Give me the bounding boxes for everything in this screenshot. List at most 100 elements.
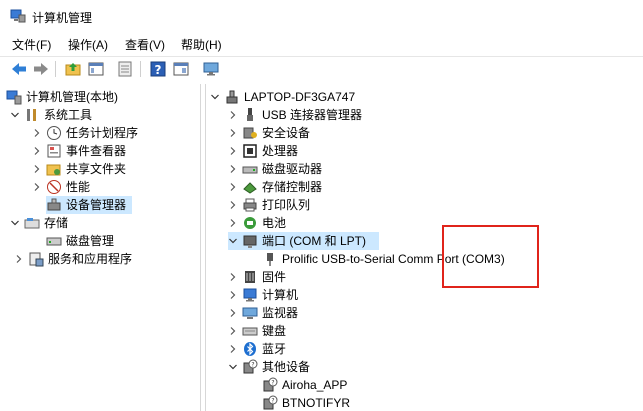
computer-icon	[242, 287, 258, 303]
tree-label: 共享文件夹	[66, 162, 127, 176]
device-category-firmware[interactable]: 固件	[228, 268, 286, 286]
tree-label: LAPTOP-DF3GA747	[244, 90, 356, 104]
toolbar-separator	[140, 61, 141, 77]
tree-item-device-manager[interactable]: 设备管理器	[46, 196, 132, 214]
svg-text:?: ?	[271, 398, 274, 405]
device-airoha[interactable]: ? Airoha_APP	[262, 376, 347, 394]
chevron-right-icon[interactable]	[228, 146, 238, 156]
security-key-icon	[242, 125, 258, 141]
tree-label: 服务和应用程序	[48, 252, 133, 266]
chevron-right-icon[interactable]	[228, 344, 238, 354]
performance-icon	[46, 179, 62, 195]
console-tree-icon[interactable]	[87, 60, 105, 78]
tree-item-shared-folders[interactable]: 共享文件夹	[32, 160, 126, 178]
menu-help[interactable]: 帮助(H)	[181, 36, 222, 53]
properties-icon[interactable]	[116, 60, 134, 78]
monitor-icon[interactable]	[202, 60, 220, 78]
device-category-processors[interactable]: 处理器	[228, 142, 298, 160]
svg-text:?: ?	[155, 63, 162, 77]
storage-icon	[24, 215, 40, 231]
chevron-right-icon[interactable]	[32, 182, 42, 192]
menu-bar: 文件(F) 操作(A) 查看(V) 帮助(H)	[0, 33, 643, 55]
tree-item-storage[interactable]: 存储	[10, 214, 68, 232]
chevron-down-icon[interactable]	[10, 218, 20, 228]
back-arrow-icon[interactable]	[10, 60, 28, 78]
menu-action[interactable]: 操作(A)	[68, 36, 108, 53]
chevron-right-icon[interactable]	[228, 182, 238, 192]
device-btnotifyr[interactable]: ? BTNOTIFYR	[262, 394, 350, 411]
chevron-right-icon[interactable]	[228, 272, 238, 282]
toolbar-separator	[55, 61, 56, 77]
tree-label: 电池	[262, 216, 287, 230]
port-icon	[242, 233, 258, 249]
chevron-right-icon[interactable]	[228, 128, 238, 138]
svg-text:?: ?	[271, 380, 274, 387]
chevron-right-icon[interactable]	[32, 128, 42, 138]
title-bar: 计算机管理	[0, 0, 643, 32]
tree-label: 磁盘管理	[66, 234, 115, 248]
keyboard-icon	[242, 323, 258, 339]
chevron-down-icon[interactable]	[10, 110, 20, 120]
device-category-bluetooth[interactable]: 蓝牙	[228, 340, 286, 358]
forward-arrow-icon[interactable]	[32, 60, 50, 78]
clock-icon	[46, 125, 62, 141]
tree-label: 处理器	[262, 144, 299, 158]
chevron-right-icon[interactable]	[228, 308, 238, 318]
chevron-right-icon[interactable]	[228, 110, 238, 120]
unknown-device-icon: ?	[262, 395, 278, 411]
tree-item-disk-management[interactable]: 磁盘管理	[46, 232, 114, 250]
serial-port-icon	[262, 251, 278, 267]
tree-item-performance[interactable]: 性能	[32, 178, 90, 196]
tree-item-root[interactable]: 计算机管理(本地)	[6, 88, 118, 106]
menu-view[interactable]: 查看(V)	[125, 36, 165, 53]
chevron-right-icon[interactable]	[14, 254, 24, 264]
menu-file[interactable]: 文件(F)	[12, 36, 51, 53]
chevron-right-icon[interactable]	[228, 218, 238, 228]
device-category-usb-connectors[interactable]: USB 连接器管理器	[228, 106, 362, 124]
device-category-keyboards[interactable]: 键盘	[228, 322, 286, 340]
chevron-right-icon[interactable]	[32, 146, 42, 156]
firmware-icon	[242, 269, 258, 285]
tree-label: 计算机	[262, 288, 299, 302]
tree-item-services-apps[interactable]: 服务和应用程序	[14, 250, 132, 268]
chevron-right-icon[interactable]	[228, 200, 238, 210]
tree-label: 键盘	[262, 324, 287, 338]
help-icon[interactable]: ?	[149, 60, 167, 78]
tree-label: 设备管理器	[66, 198, 127, 212]
tree-label: 端口 (COM 和 LPT)	[262, 234, 366, 248]
processor-icon	[242, 143, 258, 159]
chevron-right-icon[interactable]	[228, 290, 238, 300]
device-tree-root[interactable]: LAPTOP-DF3GA747	[210, 88, 355, 106]
chevron-right-icon[interactable]	[32, 164, 42, 174]
device-category-battery[interactable]: 电池	[228, 214, 286, 232]
device-category-print-queues[interactable]: 打印队列	[228, 196, 310, 214]
chevron-down-icon[interactable]	[210, 92, 220, 102]
show-hide-icon[interactable]	[172, 60, 190, 78]
tree-label: 安全设备	[262, 126, 311, 140]
svg-text:?: ?	[251, 362, 254, 369]
tree-label: 其他设备	[262, 360, 311, 374]
device-category-monitors[interactable]: 监视器	[228, 304, 298, 322]
tree-label: 计算机管理(本地)	[26, 90, 118, 104]
console-tree-pane: 计算机管理(本地) 系统工具 任务计划程序 事件查看器 共享文件夹 性能 设备管…	[0, 84, 201, 411]
chevron-right-icon[interactable]	[228, 164, 238, 174]
tree-label: 蓝牙	[262, 342, 287, 356]
device-category-disk-drives[interactable]: 磁盘驱动器	[228, 160, 322, 178]
computer-management-icon	[10, 9, 26, 23]
tree-item-task-scheduler[interactable]: 任务计划程序	[32, 124, 138, 142]
tree-label: 系统工具	[44, 108, 93, 122]
tree-label: 事件查看器	[66, 144, 127, 158]
tree-item-event-viewer[interactable]: 事件查看器	[32, 142, 126, 160]
device-category-other-devices[interactable]: ? 其他设备	[228, 358, 310, 376]
device-category-storage-controllers[interactable]: 存储控制器	[228, 178, 322, 196]
chevron-down-icon[interactable]	[228, 236, 238, 246]
device-category-security[interactable]: 安全设备	[228, 124, 310, 142]
up-folder-icon[interactable]	[64, 60, 82, 78]
device-category-ports[interactable]: 端口 (COM 和 LPT)	[228, 232, 379, 250]
chevron-down-icon[interactable]	[228, 362, 238, 372]
disk-drive-icon	[242, 161, 258, 177]
shared-folder-icon	[46, 161, 62, 177]
device-category-computer[interactable]: 计算机	[228, 286, 298, 304]
tree-item-system-tools[interactable]: 系统工具	[10, 106, 92, 124]
chevron-right-icon[interactable]	[228, 326, 238, 336]
